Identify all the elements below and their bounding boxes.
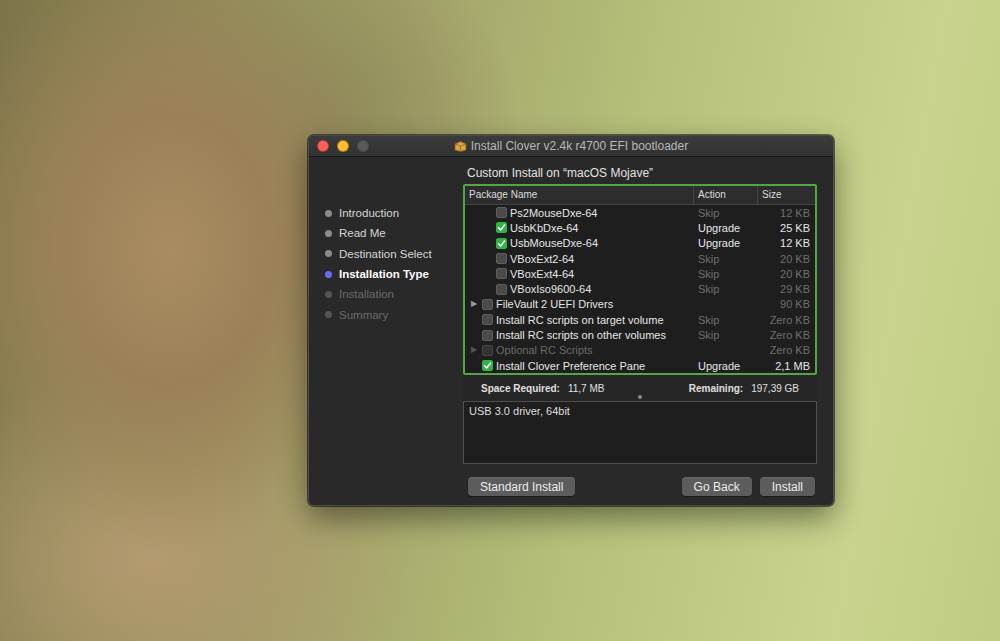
- package-checkbox[interactable]: [496, 222, 507, 233]
- expander-toggle[interactable]: ▶: [471, 300, 477, 308]
- content-pane: Custom Install on “macOS Mojave” Package …: [462, 157, 833, 505]
- package-row[interactable]: VBoxExt4-64Skip20 KB: [465, 266, 815, 281]
- column-header[interactable]: Action: [694, 186, 758, 204]
- description-box: USB 3.0 driver, 64bit: [463, 401, 817, 464]
- package-row[interactable]: VBoxExt2-64Skip20 KB: [465, 251, 815, 266]
- package-checkbox[interactable]: [496, 238, 507, 249]
- package-icon: [454, 140, 467, 152]
- package-row[interactable]: Install Clover Preference PaneUpgrade2,1…: [465, 358, 815, 373]
- checkmark-icon: [483, 361, 492, 370]
- checkmark-icon: [497, 223, 506, 232]
- step-item: Summary: [325, 304, 462, 324]
- step-item: Introduction: [325, 203, 462, 223]
- step-item: Read Me: [325, 223, 462, 243]
- button-row: Standard Install Go Back Install: [463, 477, 817, 496]
- nav-button[interactable]: Go Back: [682, 477, 752, 496]
- package-checkbox[interactable]: [496, 253, 507, 264]
- step-dot-icon: [325, 291, 332, 298]
- step-dot-icon: [325, 230, 332, 237]
- nav-button[interactable]: Install: [760, 477, 815, 496]
- window-control-button[interactable]: [317, 140, 329, 152]
- step-dot-icon: [325, 210, 332, 217]
- package-row[interactable]: Install RC scripts on target volumeSkipZ…: [465, 312, 815, 327]
- window-control-button: [357, 140, 369, 152]
- package-checkbox[interactable]: [482, 360, 493, 371]
- package-checkbox[interactable]: [496, 284, 507, 295]
- package-checkbox: [482, 345, 493, 356]
- splitter-handle-icon[interactable]: [638, 395, 642, 399]
- package-row[interactable]: UsbMouseDxe-64Upgrade12 KB: [465, 236, 815, 251]
- package-row[interactable]: Ps2MouseDxe-64Skip12 KB: [465, 205, 815, 220]
- title-bar: Install Clover v2.4k r4700 EFI bootloade…: [309, 136, 833, 157]
- package-row[interactable]: ▶Optional RC ScriptsZero KB: [465, 343, 815, 358]
- space-required: Space Required:11,7 MB: [481, 383, 604, 394]
- desktop: Install Clover v2.4k r4700 EFI bootloade…: [0, 0, 1000, 641]
- page-heading: Custom Install on “macOS Mojave”: [463, 165, 817, 181]
- space-remaining: Remaining:197,39 GB: [689, 383, 799, 394]
- step-dot-icon: [325, 271, 332, 278]
- installer-window: Install Clover v2.4k r4700 EFI bootloade…: [308, 135, 834, 506]
- package-checkbox[interactable]: [482, 314, 493, 325]
- step-item: Installation Type: [325, 264, 462, 284]
- package-row[interactable]: ▶FileVault 2 UEFI Drivers90 KB: [465, 297, 815, 312]
- window-title: Install Clover v2.4k r4700 EFI bootloade…: [377, 139, 765, 153]
- package-row[interactable]: Install RC scripts on other volumesSkipZ…: [465, 327, 815, 342]
- table-header: Package NameActionSize: [465, 186, 815, 205]
- package-checkbox[interactable]: [482, 299, 493, 310]
- step-item: Installation: [325, 284, 462, 304]
- checkmark-icon: [497, 239, 506, 248]
- window-controls: [309, 140, 377, 152]
- column-header[interactable]: Size: [758, 186, 815, 204]
- package-row[interactable]: VBoxIso9600-64Skip29 KB: [465, 281, 815, 296]
- package-checkbox[interactable]: [496, 268, 507, 279]
- column-header[interactable]: Package Name: [465, 186, 694, 204]
- steps-sidebar: IntroductionRead MeDestination SelectIns…: [309, 157, 462, 505]
- expander-toggle[interactable]: ▶: [471, 346, 477, 354]
- standard-install-button[interactable]: Standard Install: [468, 477, 575, 496]
- step-item: Destination Select: [325, 244, 462, 264]
- step-dot-icon: [325, 250, 332, 257]
- package-checkbox[interactable]: [482, 330, 493, 341]
- package-row[interactable]: UsbKbDxe-64Upgrade25 KB: [465, 220, 815, 235]
- window-control-button[interactable]: [337, 140, 349, 152]
- step-dot-icon: [325, 311, 332, 318]
- package-checkbox[interactable]: [496, 207, 507, 218]
- package-table: Package NameActionSizePs2MouseDxe-64Skip…: [463, 184, 817, 375]
- space-info-bar: Space Required:11,7 MB Remaining:197,39 G…: [463, 375, 817, 401]
